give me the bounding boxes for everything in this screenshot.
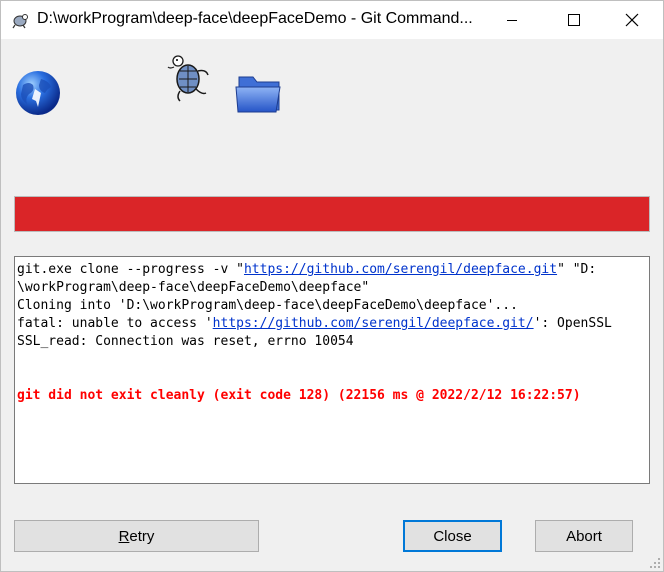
log-text: ': OpenSSL <box>533 316 612 331</box>
retry-button[interactable]: Retry <box>14 520 259 552</box>
maximize-button[interactable] <box>551 1 597 39</box>
retry-accel-key: R <box>118 527 130 545</box>
log-line: git.exe clone --progress -v "https://git… <box>17 261 647 279</box>
close-icon <box>625 13 639 27</box>
retry-label: etry <box>129 527 155 545</box>
log-text: git.exe clone --progress -v " <box>17 262 244 277</box>
progress-fill <box>15 197 649 231</box>
log-line: \workProgram\deep-face\deepFaceDemo\deep… <box>17 280 370 295</box>
folder-icon <box>235 76 281 113</box>
output-log[interactable]: git.exe clone --progress -v "https://git… <box>14 256 650 484</box>
log-text: fatal: unable to access ' <box>17 316 213 331</box>
tortoise-icon <box>167 55 209 102</box>
log-blank-line <box>17 351 647 369</box>
error-message: git did not exit cleanly (exit code 128)… <box>17 388 581 403</box>
tortoise-app-icon <box>12 14 28 29</box>
title-bar[interactable]: D:\workProgram\deep-face\deepFaceDemo - … <box>1 1 663 39</box>
resize-grip-icon[interactable] <box>649 557 661 569</box>
log-line: fatal: unable to access 'https://github.… <box>17 315 647 333</box>
log-blank-line <box>17 369 647 387</box>
abort-button[interactable]: Abort <box>535 520 633 552</box>
log-line: SSL_read: Connection was reset, errno 10… <box>17 334 354 349</box>
repo-link[interactable]: https://github.com/serengil/deepface.git… <box>213 316 534 331</box>
repo-link[interactable]: https://github.com/serengil/deepface.git <box>244 262 557 277</box>
window-close-button[interactable] <box>609 1 655 39</box>
close-button[interactable]: Close <box>403 520 502 552</box>
log-line: Cloning into 'D:\workProgram\deep-face\d… <box>17 298 518 313</box>
progress-bar <box>14 196 650 232</box>
window-title: D:\workProgram\deep-face\deepFaceDemo - … <box>37 10 473 27</box>
globe-icon <box>16 71 60 115</box>
maximize-icon <box>568 14 580 26</box>
minimize-button[interactable] <box>489 1 535 39</box>
minimize-icon <box>507 20 517 21</box>
log-text: " "D: <box>557 262 597 277</box>
git-command-window: D:\workProgram\deep-face\deepFaceDemo - … <box>0 0 664 572</box>
